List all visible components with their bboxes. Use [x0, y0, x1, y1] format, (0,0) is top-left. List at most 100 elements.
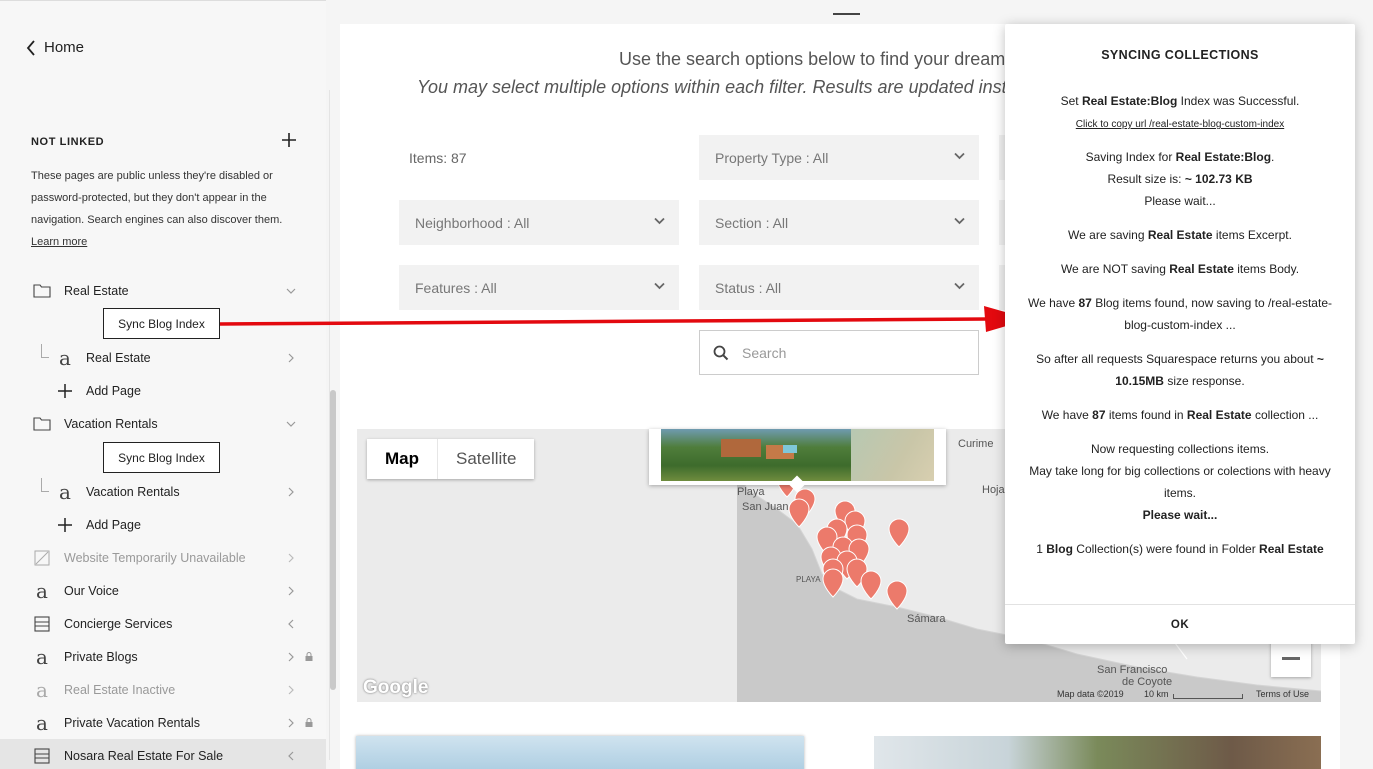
map-scale-bar [1173, 694, 1243, 699]
minus-icon [1282, 656, 1300, 660]
intro-text: Use the search options below to find you… [619, 49, 1027, 69]
tree-connector [41, 478, 49, 492]
sidebar-item-add-page[interactable]: Add Page [0, 374, 326, 407]
add-page-icon[interactable] [280, 131, 298, 149]
sidebar-item-label: Add Page [86, 383, 141, 398]
blog-page-icon: a [36, 644, 48, 669]
listing-image[interactable] [874, 736, 1321, 769]
chevron-right-icon[interactable] [286, 685, 296, 695]
map-marker [788, 498, 810, 528]
lock-icon [305, 652, 313, 661]
chevron-down-icon [954, 217, 965, 225]
sidebar-item-label: Vacation Rentals [64, 416, 158, 431]
sync-blog-index-button[interactable]: Sync Blog Index [103, 308, 220, 339]
tree-connector [41, 344, 49, 358]
blog-page-icon: a [59, 479, 71, 504]
chevron-right-icon[interactable] [286, 553, 296, 563]
dialog-message: We are saving Real Estate items Excerpt. [1068, 228, 1292, 242]
sidebar-item-label: Concierge Services [64, 616, 173, 631]
map-marker [860, 570, 882, 600]
property-photo[interactable] [661, 429, 934, 481]
sidebar-item-add-page[interactable]: Add Page [0, 508, 326, 541]
sidebar-item-label: Real Estate [86, 350, 151, 365]
sidebar-item-label: Our Voice [64, 583, 119, 598]
chevron-right-icon[interactable] [286, 586, 296, 596]
map-label: Playa [737, 486, 765, 498]
chevron-right-icon[interactable] [286, 652, 296, 662]
sidebar-item-label: Nosara Real Estate For Sale [64, 748, 224, 763]
sidebar-item-vacation-rentals-blog[interactable]: a Vacation Rentals [0, 475, 326, 508]
home-link[interactable]: Home [26, 39, 84, 56]
not-linked-description: These pages are public unless they're di… [31, 170, 283, 248]
blog-page-icon: a [59, 345, 71, 370]
plus-icon [58, 383, 72, 398]
sidebar-item-website-unavailable[interactable]: Website Temporarily Unavailable [0, 541, 326, 574]
terms-of-use-link[interactable]: Terms of Use [1256, 689, 1309, 699]
neighborhood-filter[interactable]: Neighborhood : All [399, 200, 679, 245]
annotation-arrow [219, 306, 1030, 332]
chevron-right-icon[interactable] [286, 718, 296, 728]
dialog-message: Saving Index for Real Estate:Blog. Resul… [1085, 150, 1275, 208]
home-label: Home [44, 39, 85, 56]
listing-image[interactable] [356, 736, 804, 769]
dialog-message: Now requesting collections items. May ta… [1029, 442, 1331, 522]
map-type-control: Map Satellite [367, 439, 535, 479]
sidebar-item-our-voice[interactable]: a Our Voice [0, 574, 326, 607]
sidebar-item-vacation-rentals-folder[interactable]: Vacation Rentals [0, 407, 326, 440]
section-filter[interactable]: Section : All [699, 200, 979, 245]
map-label: de Coyote [1122, 676, 1173, 688]
search-icon [713, 345, 729, 360]
map-data-credit: Map data ©2019 [1057, 689, 1124, 699]
intro-subtext: You may select multiple options within e… [417, 77, 1060, 97]
blog-page-icon: a [36, 710, 48, 735]
chevron-down-icon [654, 282, 665, 290]
map-type-satellite[interactable]: Satellite [437, 439, 534, 479]
property-type-filter[interactable]: Property Type : All [699, 135, 979, 180]
google-logo: Google [363, 677, 429, 698]
map-label: Sámara [907, 613, 946, 625]
sidebar-item-private-vacation-rentals[interactable]: a Private Vacation Rentals [0, 706, 326, 739]
sidebar-scrollbar[interactable] [329, 90, 337, 760]
map-label: PLAYA [796, 575, 821, 584]
sidebar-item-nosara-real-estate[interactable]: Nosara Real Estate For Sale [0, 739, 326, 769]
sidebar-item-real-estate-blog[interactable]: a Real Estate [0, 341, 326, 374]
ok-button[interactable]: OK [1005, 604, 1355, 644]
dialog-message: We are NOT saving Real Estate items Body… [1060, 262, 1300, 276]
chevron-down-icon[interactable] [286, 286, 296, 296]
dialog-message: So after all requests Squarespace return… [1036, 352, 1324, 388]
chevron-down-icon [954, 152, 965, 160]
scrollbar-thumb[interactable] [330, 390, 336, 690]
sidebar-item-label: Website Temporarily Unavailable [64, 550, 246, 565]
dialog-title: SYNCING COLLECTIONS [1101, 48, 1259, 62]
chevron-left-icon[interactable] [286, 751, 296, 761]
sync-blog-index-button[interactable]: Sync Blog Index [103, 442, 220, 473]
map-marker [822, 568, 844, 598]
dialog-message: 1 Blog Collection(s) were found in Folde… [1036, 542, 1324, 556]
lock-icon [305, 718, 313, 727]
blog-page-icon: a [36, 578, 48, 603]
map-type-map[interactable]: Map [367, 439, 437, 479]
sidebar: Home NOT LINKED These pages are public u… [0, 0, 326, 769]
map-label: Hoja [982, 484, 1005, 496]
sidebar-item-label: Real Estate Inactive [64, 682, 176, 697]
drag-handle[interactable] [833, 13, 860, 15]
chevron-down-icon[interactable] [286, 419, 296, 429]
sidebar-item-private-blogs[interactable]: a Private Blogs [0, 640, 326, 673]
learn-more-link[interactable]: Learn more [31, 236, 87, 248]
chevron-right-icon[interactable] [286, 487, 296, 497]
zoom-out-button[interactable] [1271, 639, 1311, 677]
sidebar-item-concierge-services[interactable]: Concierge Services [0, 607, 326, 640]
chevron-right-icon[interactable] [286, 353, 296, 363]
folder-icon [33, 415, 51, 433]
copy-url-link[interactable]: Click to copy url /real-estate-blog-cust… [1076, 118, 1284, 132]
blog-page-icon: a [36, 677, 48, 702]
map-info-popup[interactable] [649, 429, 946, 493]
disabled-page-icon [34, 550, 50, 565]
folder-icon [33, 282, 51, 300]
dialog-message: We have 87 Blog items found, now saving … [1028, 296, 1332, 332]
sidebar-item-label: Private Blogs [64, 649, 138, 664]
chevron-left-icon[interactable] [286, 619, 296, 629]
map-marker [888, 518, 910, 548]
sidebar-item-real-estate-inactive[interactable]: a Real Estate Inactive [0, 673, 326, 706]
map-label: Curime [958, 438, 994, 450]
